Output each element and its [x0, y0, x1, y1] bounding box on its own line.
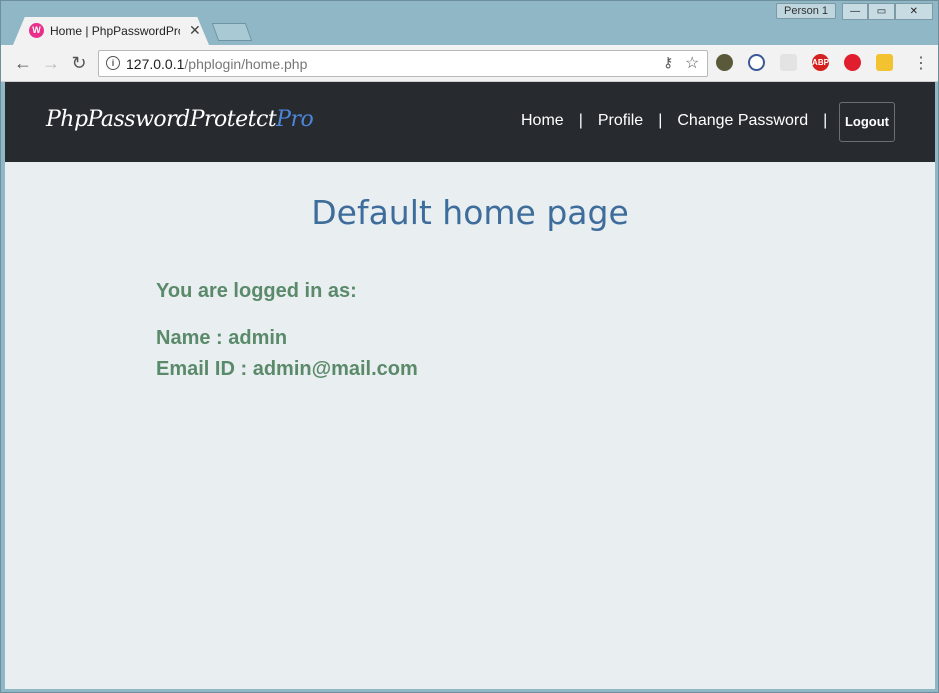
brand-main-text: PhpPasswordProtetct — [46, 107, 277, 132]
key-icon[interactable]: ⚷ — [663, 54, 673, 71]
tab-close-icon[interactable]: ✕ — [189, 22, 201, 39]
nav-separator: | — [823, 112, 828, 129]
url-host: 127.0.0.1 — [126, 56, 185, 72]
adblock-plus-icon[interactable]: ABP — [812, 54, 829, 71]
restore-button[interactable]: ▭ — [868, 3, 895, 20]
title-bar: W Home | PhpPasswordPro ✕ Person 1 — ▭ ✕ — [1, 1, 938, 45]
shield-icon[interactable] — [780, 54, 797, 71]
back-arrow-icon[interactable]: ← — [13, 53, 33, 73]
new-tab-button[interactable] — [211, 23, 253, 41]
nav-separator: | — [658, 112, 663, 129]
browser-toolbar: ← → ↻ i 127.0.0.1/phplogin/home.php ⚷ ☆ … — [1, 45, 938, 82]
privacy-badger-icon[interactable] — [716, 54, 733, 71]
logout-button[interactable]: Logout — [839, 102, 895, 142]
tab-title: Home | PhpPasswordPro — [50, 24, 180, 38]
page-title: Default home page — [311, 193, 629, 232]
user-email: Email ID : admin@mail.com — [156, 358, 418, 380]
nav-link-profile[interactable]: Profile — [598, 112, 643, 130]
logged-in-label: You are logged in as: — [156, 280, 357, 302]
site-brand-logo[interactable]: PhpPasswordProtetctPro — [46, 107, 314, 132]
opera-icon[interactable] — [844, 54, 861, 71]
folder-icon[interactable] — [876, 54, 893, 71]
brand-pro-text: Pro — [276, 107, 314, 132]
user-name: Name : admin — [156, 327, 288, 349]
reload-icon[interactable]: ↻ — [69, 53, 89, 73]
site-info-icon[interactable]: i — [106, 56, 120, 70]
browser-menu-icon[interactable]: ⋮ — [913, 53, 929, 73]
site-navbar: PhpPasswordProtetctPro Home | Profile | … — [5, 82, 935, 162]
nav-link-change-password[interactable]: Change Password — [677, 112, 808, 130]
url-path: /phplogin/home.php — [184, 56, 308, 72]
url-text[interactable]: 127.0.0.1/phplogin/home.php — [126, 56, 307, 72]
browser-window: W Home | PhpPasswordPro ✕ Person 1 — ▭ ✕… — [0, 0, 939, 693]
block-icon[interactable] — [748, 54, 765, 71]
address-bar[interactable]: i 127.0.0.1/phplogin/home.php ⚷ ☆ — [98, 50, 708, 77]
bookmark-star-icon[interactable]: ☆ — [685, 53, 699, 73]
browser-tab[interactable]: W Home | PhpPasswordPro ✕ — [13, 17, 209, 45]
site-favicon-icon: W — [29, 23, 44, 38]
nav-separator: | — [578, 112, 583, 129]
nav-links: Home | Profile | Change Password | — [521, 112, 842, 130]
nav-link-home[interactable]: Home — [521, 112, 564, 130]
window-controls: — ▭ ✕ — [842, 3, 933, 20]
profile-button[interactable]: Person 1 — [776, 3, 836, 19]
forward-arrow-icon[interactable]: → — [41, 53, 61, 73]
close-window-button[interactable]: ✕ — [894, 3, 933, 20]
web-page: PhpPasswordProtetctPro Home | Profile | … — [5, 82, 935, 689]
minimize-button[interactable]: — — [842, 3, 869, 20]
